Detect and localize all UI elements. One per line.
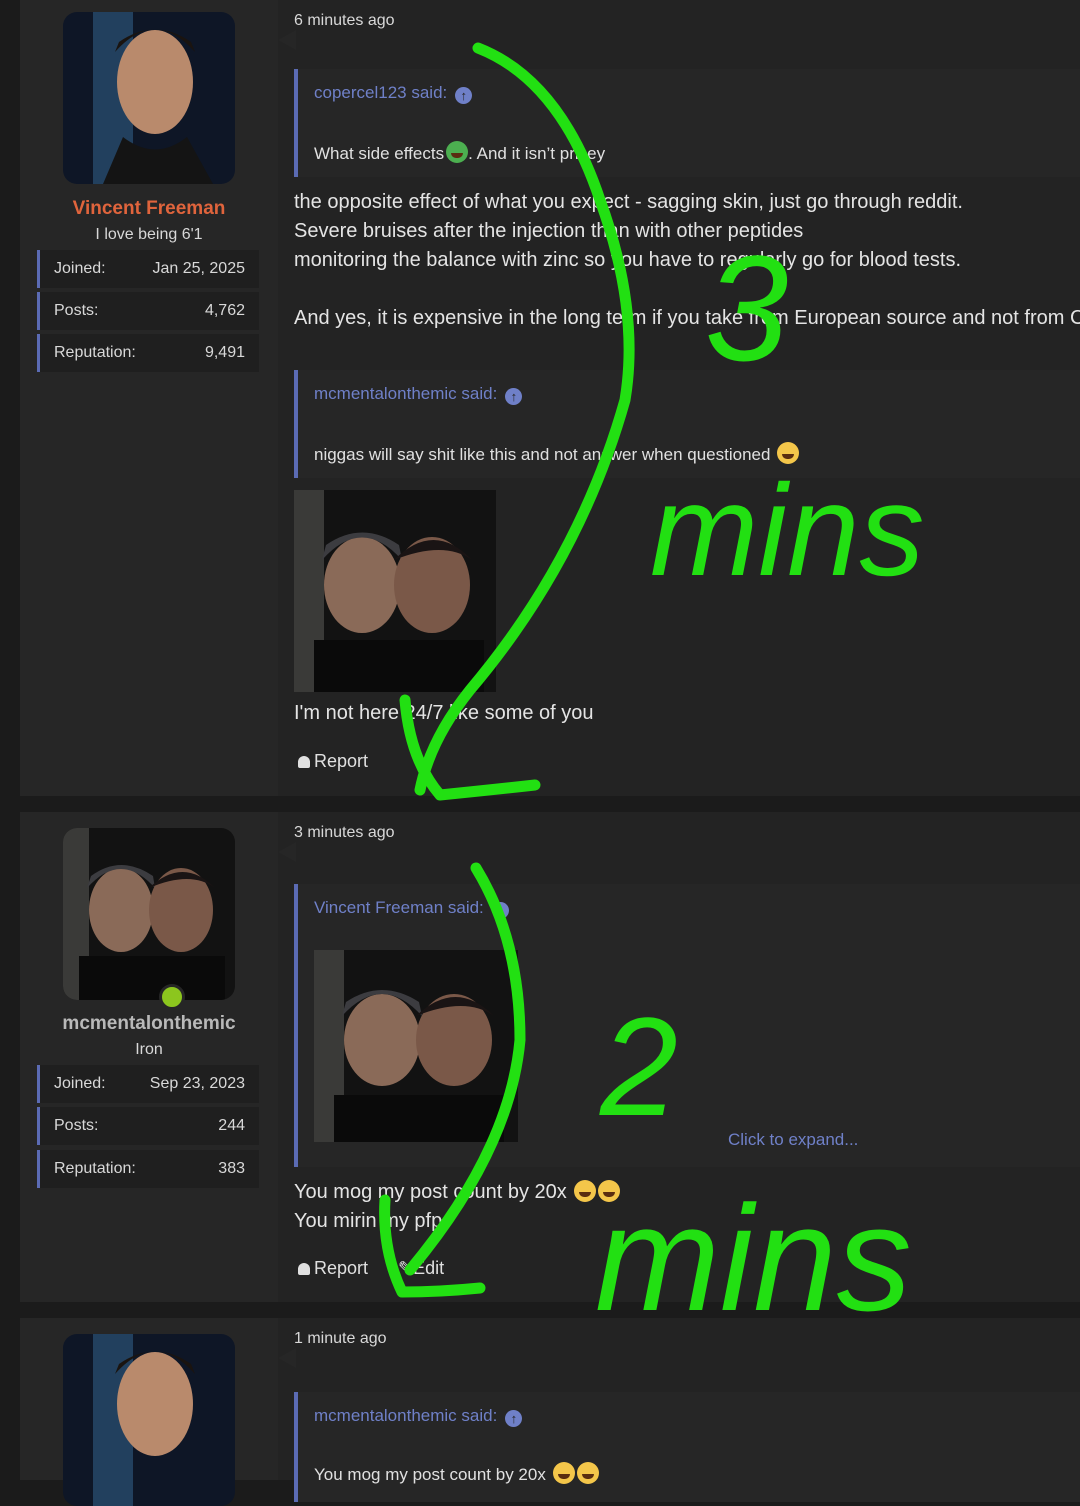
- quote-text: What side effects . And it isn’t pricey: [314, 141, 605, 164]
- quote-author[interactable]: mcmentalonthemic said: ↑: [314, 384, 523, 405]
- stat-label: Posts:: [54, 302, 99, 319]
- stat-label: Reputation:: [54, 1160, 136, 1177]
- stat-value: 383: [218, 1160, 245, 1177]
- quote-block: mcmentalonthemic said: ↑ niggas will say …: [294, 370, 1080, 478]
- bell-icon: [298, 756, 310, 768]
- stat-label: Joined:: [54, 1075, 106, 1092]
- stat-value: 4,762: [204, 302, 245, 319]
- stat-label: Posts:: [54, 1117, 99, 1134]
- username[interactable]: mcmentalonthemic: [20, 1013, 278, 1035]
- quote-block: copercel123 said: ↑ What side effects . An…: [294, 69, 1080, 177]
- crying-emoji-icon: [576, 1462, 599, 1484]
- quote-text: niggas will say shit like this and not a…: [314, 442, 800, 465]
- stat-value: Sep 23, 2023: [149, 1075, 245, 1092]
- stat-label: Joined:: [54, 260, 106, 277]
- stat-reputation: Reputation: 9,491: [37, 334, 259, 372]
- post-actions: Report ✎Edit: [298, 1258, 444, 1279]
- stat-value: 9,491: [204, 344, 245, 361]
- edit-button[interactable]: ✎Edit: [398, 1258, 444, 1278]
- body-line: monitoring the balance with zinc so you …: [294, 249, 962, 271]
- arrow-up-icon[interactable]: ↑: [491, 902, 509, 919]
- body-line: You mirin my pfp: [294, 1210, 443, 1232]
- body-line: And yes, it is expensive in the long ter…: [294, 307, 1080, 329]
- post-time[interactable]: 3 minutes ago: [294, 824, 395, 842]
- post-3: 1 minute ago mcmentalonthemic said: ↑ You…: [20, 1318, 1080, 1506]
- click-to-expand-link[interactable]: Click to expand...: [728, 1130, 858, 1150]
- quote-text-part: . And it isn’t pricey: [468, 144, 606, 163]
- arrow-up-icon[interactable]: ↑: [505, 388, 523, 405]
- post-arrow: [278, 1348, 296, 1368]
- stat-label: Reputation:: [54, 344, 136, 361]
- quote-block: Vincent Freeman said: ↑ Click to expand..…: [294, 884, 1080, 1167]
- body-line: the opposite effect of what you expect -…: [294, 191, 963, 213]
- report-button[interactable]: Report: [298, 751, 368, 771]
- quote-text-part: What side effects: [314, 144, 445, 163]
- quote-author-label: mcmentalonthemic said:: [314, 384, 498, 403]
- post-time[interactable]: 1 minute ago: [294, 1330, 387, 1348]
- body-line-text: You mog my post count by 20x: [294, 1181, 567, 1203]
- stat-reputation: Reputation: 383: [37, 1150, 259, 1188]
- stat-joined: Joined: Jan 25, 2025: [37, 250, 259, 288]
- post-body: the opposite effect of what you expect -…: [294, 188, 1080, 333]
- avatar[interactable]: [63, 12, 235, 184]
- post-arrow: [278, 30, 296, 50]
- report-label: Report: [314, 751, 369, 771]
- crying-emoji-icon: [777, 442, 800, 464]
- stat-joined: Joined: Sep 23, 2023: [37, 1065, 259, 1103]
- quote-text-part: You mog my post count by 20x: [314, 1465, 546, 1484]
- quote-author-label: Vincent Freeman said:: [314, 898, 484, 917]
- stat-posts: Posts: 244: [37, 1107, 259, 1145]
- quote-author[interactable]: Vincent Freeman said: ↑: [314, 898, 509, 919]
- online-status-icon: [159, 984, 185, 1010]
- user-title: Iron: [135, 1041, 163, 1058]
- quote-block: mcmentalonthemic said: ↑ You mog my post …: [294, 1392, 1080, 1502]
- quote-author-label: copercel123 said:: [314, 83, 448, 102]
- stat-value: Jan 25, 2025: [152, 260, 245, 277]
- body-line: [294, 275, 1080, 304]
- body-line: Severe bruises after the injection than …: [294, 220, 804, 242]
- frog-emoji-icon: [446, 141, 469, 163]
- quote-author[interactable]: mcmentalonthemic said: ↑: [314, 1406, 523, 1427]
- arrow-up-icon[interactable]: ↑: [505, 1410, 523, 1427]
- post-time[interactable]: 6 minutes ago: [294, 12, 395, 30]
- report-button[interactable]: Report: [298, 1258, 368, 1278]
- stat-value: 244: [218, 1117, 245, 1134]
- attached-photo[interactable]: [294, 490, 496, 692]
- edit-label: Edit: [413, 1258, 445, 1278]
- post-actions: Report: [298, 751, 368, 772]
- quote-author[interactable]: copercel123 said: ↑: [314, 83, 473, 104]
- quote-author-label: mcmentalonthemic said:: [314, 1406, 498, 1425]
- crying-emoji-icon: [552, 1462, 575, 1484]
- post-body: You mog my post count by 20x You mirin m…: [294, 1178, 621, 1236]
- body-line: You mog my post count by 20x: [294, 1178, 621, 1207]
- quote-text: You mog my post count by 20x: [314, 1462, 599, 1485]
- post-1: Vincent Freeman I love being 6'1 Joined:…: [20, 0, 1080, 796]
- avatar[interactable]: [63, 828, 235, 1000]
- post-2: mcmentalonthemic Iron Joined: Sep 23, 202…: [20, 812, 1080, 1302]
- crying-emoji-icon: [598, 1180, 621, 1202]
- bell-icon: [298, 1263, 310, 1275]
- post-caption: I'm not here 24/7 like some of you: [294, 702, 594, 724]
- report-label: Report: [314, 1258, 369, 1278]
- stat-posts: Posts: 4,762: [37, 292, 259, 330]
- avatar[interactable]: [63, 1334, 235, 1506]
- user-panel: Vincent Freeman I love being 6'1 Joined:…: [20, 0, 278, 796]
- arrow-up-icon[interactable]: ↑: [455, 87, 473, 104]
- post-arrow: [278, 842, 296, 862]
- crying-emoji-icon: [574, 1180, 597, 1202]
- username[interactable]: Vincent Freeman: [20, 198, 278, 220]
- quote-text-part: niggas will say shit like this and not a…: [314, 445, 771, 464]
- user-panel: mcmentalonthemic Iron Joined: Sep 23, 202…: [20, 812, 278, 1302]
- user-title: I love being 6'1: [95, 226, 203, 243]
- quoted-photo[interactable]: [314, 950, 518, 1142]
- user-panel: [20, 1318, 278, 1506]
